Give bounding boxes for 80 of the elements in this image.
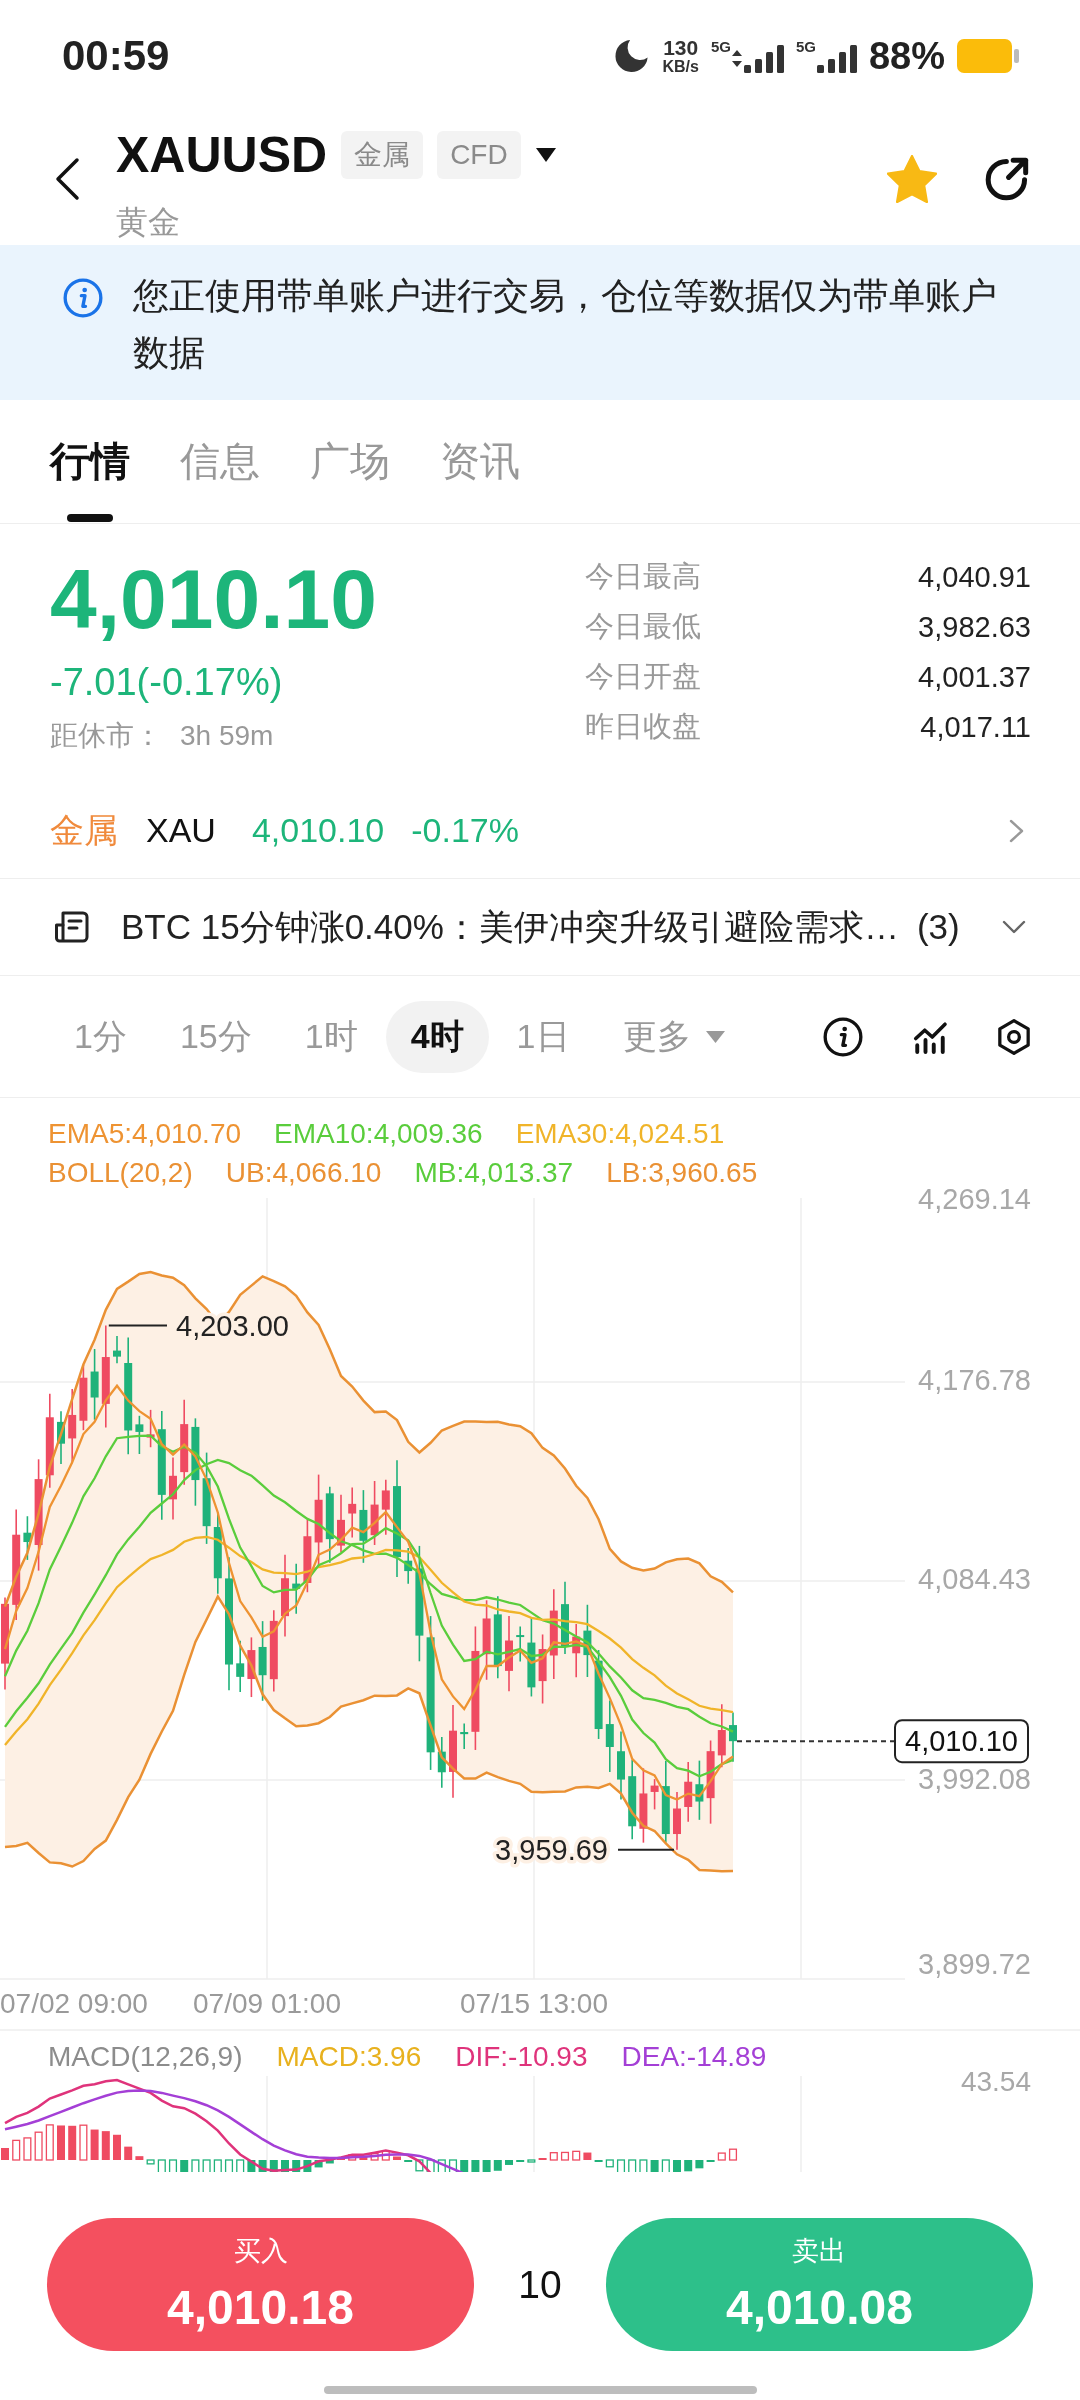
- network-type-label: 5G: [710, 39, 731, 55]
- chevron-down-icon[interactable]: [1002, 920, 1026, 934]
- stat-label: 今日最低: [585, 609, 701, 644]
- time-axis-label: 07/09 01:00: [193, 1987, 341, 2019]
- macd-legend-label: MACD:3.96: [276, 2040, 422, 2074]
- network-speed-value: 130: [663, 37, 699, 58]
- countdown-label: 距休市：: [50, 719, 162, 753]
- network-speed-unit: KB/s: [662, 57, 699, 75]
- high-price-leader-line: [107, 1324, 168, 1327]
- tab[interactable]: 资讯: [440, 437, 520, 485]
- stat-value: 4,001.37: [918, 660, 1031, 694]
- circular-arrow-icon[interactable]: [985, 156, 1030, 201]
- tab[interactable]: 广场: [310, 437, 390, 485]
- stat-label: 昨日收盘: [585, 709, 701, 744]
- legend-label: UB:4,066.10: [225, 1156, 382, 1190]
- macd-legend-label: DIF:-10.93: [455, 2040, 588, 2074]
- network-type-label: 5G: [795, 39, 816, 55]
- interval-tab[interactable]: 1日: [491, 1000, 595, 1073]
- price-change: -7.01(-0.17%): [50, 660, 283, 704]
- high-price-label: 4,203.00: [176, 1309, 289, 1342]
- battery-percent: 88%: [868, 34, 945, 78]
- macd-axis-label: 43.54: [960, 2065, 1031, 2097]
- price-axis-label: 3,992.08: [918, 1763, 1031, 1795]
- legend-label: EMA10:4,009.36: [274, 1117, 483, 1151]
- tab[interactable]: 行情: [50, 437, 130, 522]
- battery-icon: [957, 39, 1019, 73]
- stat-value: 4,017.11: [920, 710, 1031, 744]
- sell-button[interactable]: 卖出 4,010.08: [606, 2218, 1033, 2351]
- buy-button[interactable]: 买入 4,010.18: [47, 2218, 474, 2351]
- news-count: (3): [916, 907, 960, 947]
- price-axis-label: 4,176.78: [918, 1364, 1031, 1396]
- instrument-name: 黄金: [116, 203, 180, 242]
- related-symbol: XAU: [146, 811, 216, 850]
- stat-label: 今日最高: [585, 559, 701, 594]
- caret-icon[interactable]: [535, 148, 556, 162]
- current-price-tag: 4,010.10: [894, 1719, 1029, 1764]
- tag-label: 金属: [341, 131, 424, 179]
- countdown-value: 3h 59m: [180, 719, 274, 753]
- low-price-leader-line: [617, 1848, 675, 1851]
- stat-label: 今日开盘: [585, 659, 701, 694]
- symbol-title: XAUUSD: [116, 126, 328, 185]
- time-axis-label: 07/02 09:00: [0, 1987, 148, 2019]
- legend-label: LB:3,960.65: [606, 1156, 758, 1190]
- price-axis-label: 4,084.43: [918, 1563, 1031, 1595]
- info-icon: [63, 278, 103, 318]
- settings-icon[interactable]: [997, 1017, 1031, 1056]
- time-axis-label: 07/15 13:00: [460, 1987, 608, 2019]
- macd-legend-label: MACD(12,26,9): [48, 2040, 243, 2074]
- chevron-right-icon[interactable]: [1009, 818, 1024, 843]
- last-price: 4,010.10: [50, 554, 377, 644]
- macd-legend-label: DEA:-14.89: [621, 2040, 767, 2074]
- notice-text: 您正使用带单账户进行交易，仓位等数据仅为带单账户数据: [133, 274, 998, 375]
- legend-label: MB:4,013.37: [414, 1156, 574, 1190]
- quantity-value[interactable]: 10: [518, 2262, 562, 2307]
- back-icon[interactable]: [54, 156, 80, 201]
- legend-label: BOLL(20,2): [48, 1156, 193, 1190]
- low-price-label: 3,959.69: [495, 1833, 608, 1866]
- caret-icon: [705, 1030, 725, 1043]
- legend-label: EMA5:4,010.70: [48, 1117, 242, 1151]
- price-axis-label: 4,269.14: [918, 1183, 1031, 1215]
- price-axis-label: 3,899.72: [918, 1948, 1031, 1980]
- stat-value: 4,040.91: [918, 560, 1031, 594]
- category-label: 金属: [50, 809, 118, 851]
- info-icon[interactable]: [823, 1016, 863, 1057]
- stat-value: 3,982.63: [918, 610, 1031, 644]
- news-headline[interactable]: BTC 15分钟涨0.40%：美伊冲突升级引避险需求…: [121, 903, 899, 951]
- moon-icon: [613, 39, 651, 73]
- interval-tab[interactable]: 1时: [279, 1000, 383, 1073]
- document-icon: [54, 910, 90, 944]
- tab[interactable]: 信息: [180, 437, 260, 485]
- related-change: -0.17%: [411, 811, 519, 850]
- status-time: 00:59: [62, 32, 170, 80]
- star-icon[interactable]: [887, 154, 937, 203]
- interval-tab[interactable]: 15分: [154, 1000, 277, 1073]
- interval-tab[interactable]: 4时: [385, 1000, 489, 1073]
- tag-label: CFD: [437, 131, 521, 179]
- legend-label: EMA30:4,024.51: [515, 1117, 725, 1151]
- related-price: 4,010.10: [251, 811, 385, 850]
- interval-tab[interactable]: 更多: [597, 1000, 750, 1073]
- interval-tab[interactable]: 1分: [49, 1000, 152, 1073]
